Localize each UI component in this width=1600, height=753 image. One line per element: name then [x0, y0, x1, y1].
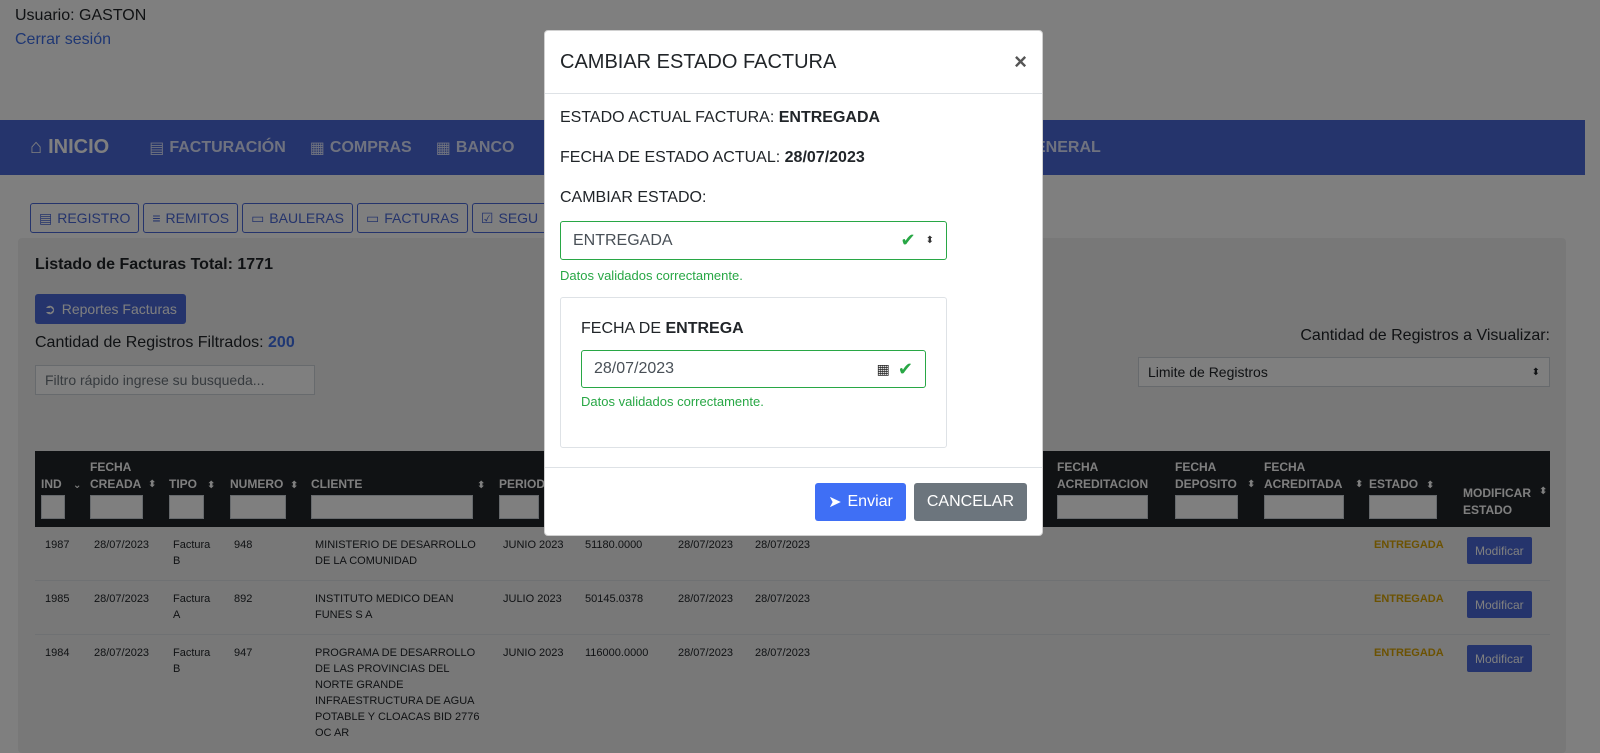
delivery-date-input[interactable]: 28/07/2023 ▦ ✔ — [581, 350, 926, 388]
delivery-date-title: FECHA DE ENTREGA — [581, 320, 744, 338]
modal-body: ESTADO ACTUAL FACTURA: ENTREGADA FECHA D… — [545, 94, 1042, 467]
change-status-label: CAMBIAR ESTADO: — [560, 189, 707, 206]
delivery-date-value: 28/07/2023 — [594, 360, 675, 377]
select-arrows-icon: ⬍ — [925, 235, 934, 246]
status-select-value: ENTREGADA — [573, 231, 673, 249]
delivery-date-bold: ENTREGA — [665, 320, 744, 337]
current-status-value: ENTREGADA — [778, 109, 881, 126]
current-status-line: ESTADO ACTUAL FACTURA: ENTREGADA — [560, 109, 880, 127]
change-status-modal: CAMBIAR ESTADO FACTURA × ESTADO ACTUAL F… — [544, 30, 1043, 536]
modal-footer: ➤ Enviar CANCELAR — [545, 467, 1042, 535]
status-select[interactable]: ENTREGADA ✔ ⬍ — [560, 221, 947, 260]
send-button[interactable]: ➤ Enviar — [815, 482, 906, 521]
current-status-date-line: FECHA DE ESTADO ACTUAL: 28/07/2023 — [560, 149, 865, 167]
modal-title: CAMBIAR ESTADO FACTURA — [560, 50, 837, 73]
current-status-label: ESTADO ACTUAL FACTURA: — [560, 109, 775, 126]
send-button-label: Enviar — [847, 492, 893, 510]
current-status-date-value: 28/07/2023 — [784, 149, 865, 166]
calendar-icon[interactable]: ▦ — [877, 361, 890, 378]
close-icon[interactable]: × — [1014, 49, 1027, 75]
cancel-button[interactable]: CANCELAR — [913, 482, 1027, 521]
current-status-date-label: FECHA DE ESTADO ACTUAL: — [560, 149, 781, 166]
modal-header: CAMBIAR ESTADO FACTURA × — [545, 31, 1042, 94]
delivery-date-label: FECHA DE — [581, 320, 662, 337]
delivery-date-card: FECHA DE ENTREGA 28/07/2023 ▦ ✔ Datos va… — [560, 297, 947, 448]
check-icon: ✔ — [897, 358, 913, 379]
check-icon: ✔ — [900, 230, 916, 250]
status-valid-message: Datos validados correctamente. — [560, 268, 743, 283]
paper-plane-icon: ➤ — [828, 493, 842, 511]
date-valid-message: Datos validados correctamente. — [581, 394, 764, 409]
